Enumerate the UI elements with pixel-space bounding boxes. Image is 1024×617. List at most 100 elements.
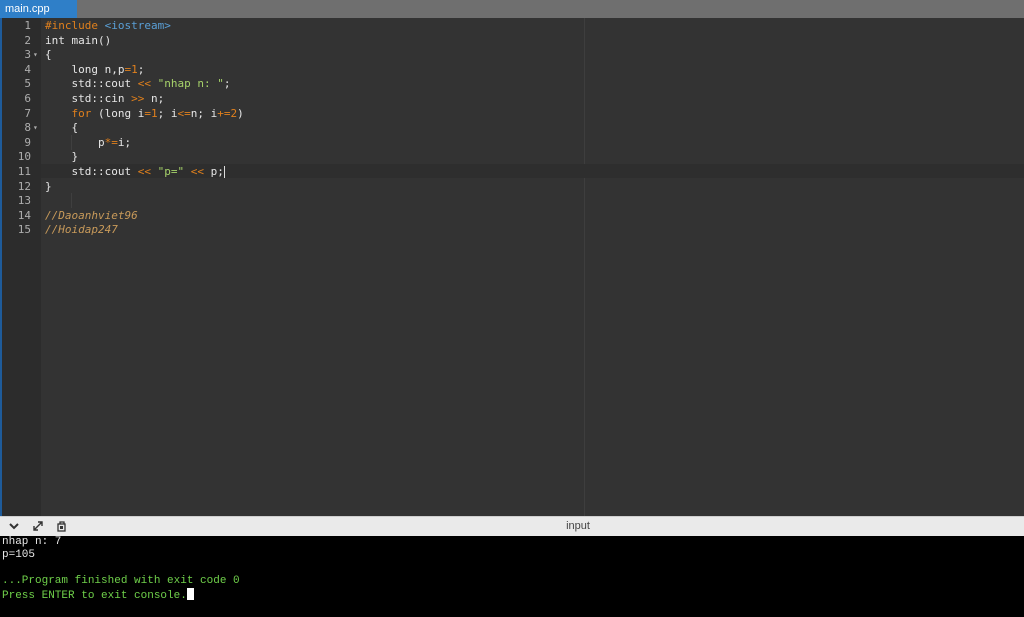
console-title: input [566, 520, 590, 532]
code-token: std::cout [45, 77, 138, 91]
code-line[interactable]: 14 //Daoanhviet96 [0, 209, 1024, 224]
code-token: << [190, 165, 204, 178]
code-token: long n,p [45, 62, 125, 76]
console-line-text: p=105 [2, 549, 36, 561]
code-token: (long i [91, 106, 145, 120]
console-output[interactable]: nhap n: 7 p=105 ...Program finished with e… [0, 536, 1024, 617]
line-number: 11 [17, 165, 31, 178]
console-line-text: ...Program finished with exit code 0 [2, 575, 240, 587]
console-toolbar: input [0, 516, 1024, 536]
code-text: std::cout << "nhap n: "; [45, 77, 230, 92]
code-token: 1 [131, 62, 138, 76]
code-text: p*=i; [45, 136, 131, 151]
code-token: "nhap n: " [157, 77, 224, 91]
line-number: 9 [24, 135, 31, 149]
line-number: 12 [17, 179, 31, 193]
code-line[interactable]: 4 long n,p=1; [0, 63, 1024, 78]
line-number: 13 [17, 194, 31, 208]
line-number: 15 [17, 223, 31, 237]
code-line[interactable]: 6 std::cin >> n; [0, 92, 1024, 107]
code-token: 1 [150, 106, 158, 120]
console-line-text: nhap n: 7 [2, 536, 62, 548]
code-text: for (long i=1; i<=n; i+=2) [45, 106, 244, 122]
text-cursor [223, 166, 225, 178]
code-token: { [45, 121, 79, 135]
code-line[interactable]: 12} [0, 180, 1024, 195]
console-line: ...Program finished with exit code 0 [2, 575, 240, 588]
code-token: "p=" [157, 165, 185, 178]
code-token: *= [104, 135, 118, 149]
code-text: { [45, 121, 78, 136]
code-line[interactable]: 7 for (long i=1; i<=n; i+=2) [0, 107, 1024, 122]
code-token: p [45, 135, 105, 149]
console-line-text: Press ENTER to exit console. [2, 590, 187, 602]
code-token: for [45, 106, 92, 120]
code-token: } [45, 179, 52, 193]
code-token: #include [45, 19, 105, 32]
code-line[interactable]: 13 [0, 194, 1024, 209]
code-token: ; i [157, 106, 178, 120]
code-line[interactable]: 2 int main() [0, 34, 1024, 49]
code-text: { [45, 48, 52, 63]
line-number: 3 [24, 48, 31, 62]
line-number: 2 [24, 33, 31, 47]
code-token: n; [144, 92, 165, 105]
code-text: long n,p=1; [45, 63, 144, 78]
code-token: <iostream> [104, 19, 171, 32]
console-line: p=105 [2, 549, 35, 562]
code-token: //Daoanhviet96 [45, 208, 138, 222]
code-token: << [137, 165, 151, 178]
code-text: #include <iostream> [45, 19, 171, 34]
code-token: ; [223, 77, 231, 91]
code-token: i; [117, 135, 132, 149]
console-cursor [186, 588, 194, 600]
code-line[interactable]: 15 //Hoidap247 [0, 223, 1024, 238]
code-token: >> [131, 92, 145, 105]
code-token: <= [177, 106, 191, 120]
code-token: ) [237, 106, 244, 120]
code-token: << [137, 77, 151, 91]
code-text: //Hoidap247 [45, 223, 118, 238]
line-number: 10 [17, 150, 31, 164]
code-token: std::cout [45, 165, 138, 178]
code-token: int main() [45, 33, 112, 47]
code-token: } [45, 150, 79, 164]
code-token: std::cin [45, 92, 132, 105]
code-token: = [144, 106, 151, 120]
line-number: 8 [24, 121, 31, 135]
line-number: 4 [24, 62, 31, 76]
line-number: 6 [24, 92, 31, 105]
code-text: int main() [45, 34, 111, 49]
code-text: } [45, 180, 52, 195]
code-line[interactable]: 5 std::cout << "nhap n: "; [0, 77, 1024, 92]
code-token: //Hoidap247 [45, 223, 118, 237]
code-line[interactable]: 11 std::cout << "p=" << p; [0, 165, 1024, 180]
fold-toggle-icon[interactable]: ▾ [33, 48, 38, 63]
fold-toggle-icon[interactable]: ▾ [33, 121, 38, 136]
code-text: //Daoanhviet96 [45, 209, 138, 224]
line-number: 14 [17, 208, 31, 222]
code-text: } [45, 150, 78, 165]
console-line: Press ENTER to exit console. [2, 588, 194, 603]
tab-bar: main.cpp [0, 0, 1024, 18]
code-line[interactable]: 9 p*=i; [0, 136, 1024, 151]
line-number: 7 [24, 106, 31, 120]
code-line[interactable]: 1 #include <iostream> [0, 19, 1024, 34]
code-line[interactable]: 8 ▾ { [0, 121, 1024, 136]
tab-main-cpp[interactable]: main.cpp [0, 0, 77, 18]
code-text: std::cin >> n; [45, 92, 164, 107]
line-number: 5 [24, 77, 31, 91]
code-token: n; i [190, 106, 218, 120]
code-token: p; [203, 165, 224, 178]
code-text: std::cout << "p=" << p; [45, 165, 225, 180]
code-line[interactable]: 10 } [0, 150, 1024, 165]
line-number: 1 [24, 19, 31, 32]
code-token: += [217, 106, 231, 120]
console-line: nhap n: 7 [2, 536, 61, 549]
code-line[interactable]: 3 ▾ { [0, 48, 1024, 63]
code-token: ; [137, 62, 145, 76]
code-token: { [45, 48, 52, 62]
